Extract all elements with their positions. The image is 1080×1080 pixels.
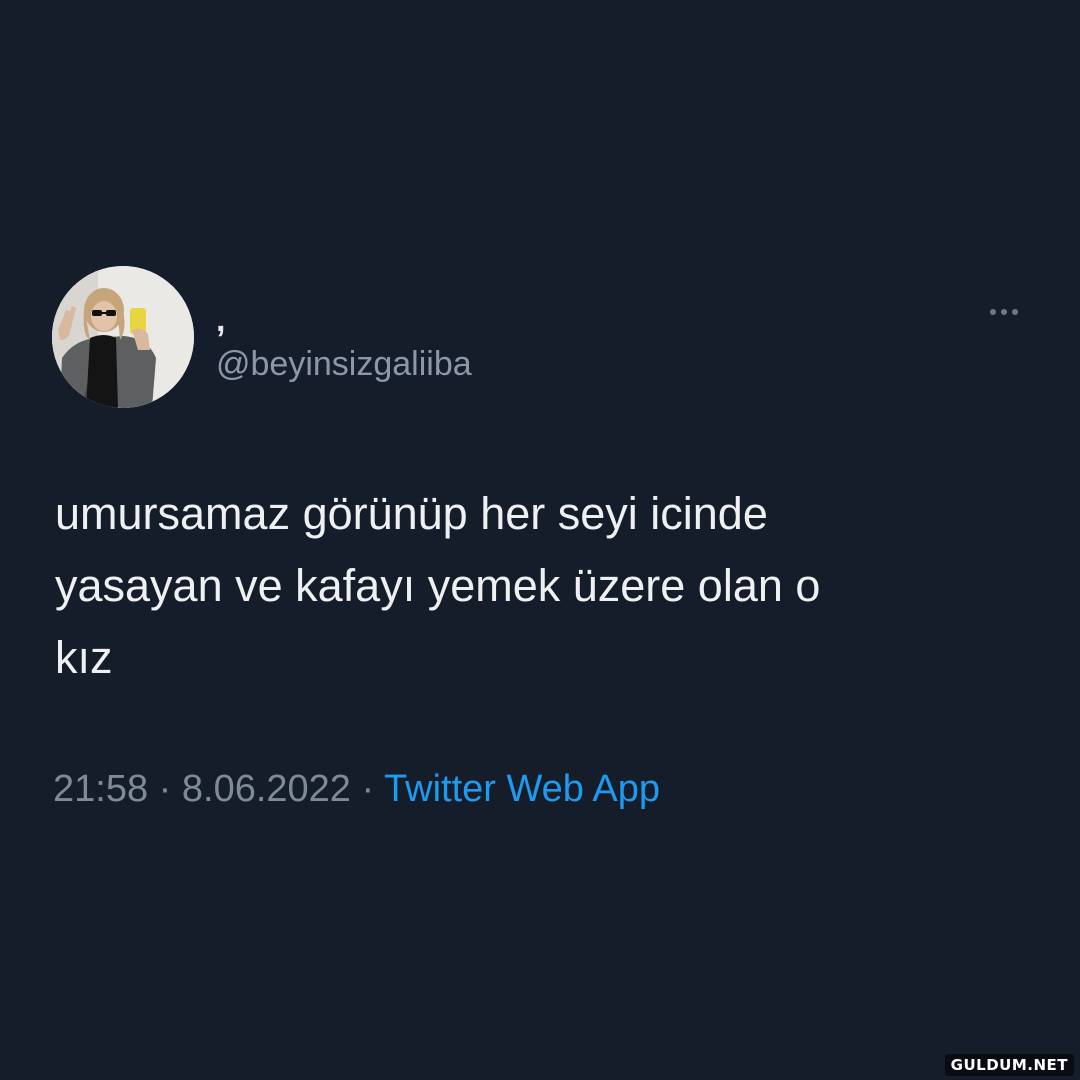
tweet-date[interactable]: 8.06.2022 bbox=[182, 768, 351, 810]
user-handle[interactable]: @beyinsizgaliiba bbox=[216, 342, 472, 386]
meta-separator: · bbox=[158, 768, 172, 810]
tweet-meta: 21:58 · 8.06.2022 · Twitter Web App bbox=[53, 764, 660, 814]
more-horizontal-icon bbox=[988, 309, 1021, 315]
tweet-time[interactable]: 21:58 bbox=[53, 768, 148, 810]
more-options-button[interactable] bbox=[978, 296, 1030, 328]
display-name[interactable]: , bbox=[216, 300, 225, 340]
profile-photo-icon bbox=[52, 266, 194, 408]
site-watermark: GULDUM.NET bbox=[944, 1054, 1074, 1076]
user-avatar[interactable] bbox=[52, 266, 194, 408]
meta-separator: · bbox=[361, 768, 375, 810]
tweet-text: umursamaz görünüp her seyi icinde yasaya… bbox=[55, 488, 821, 683]
tweet-card: , @beyinsizgaliiba umursamaz görünüp her… bbox=[0, 0, 1080, 1080]
tweet-source-link[interactable]: Twitter Web App bbox=[384, 768, 660, 810]
